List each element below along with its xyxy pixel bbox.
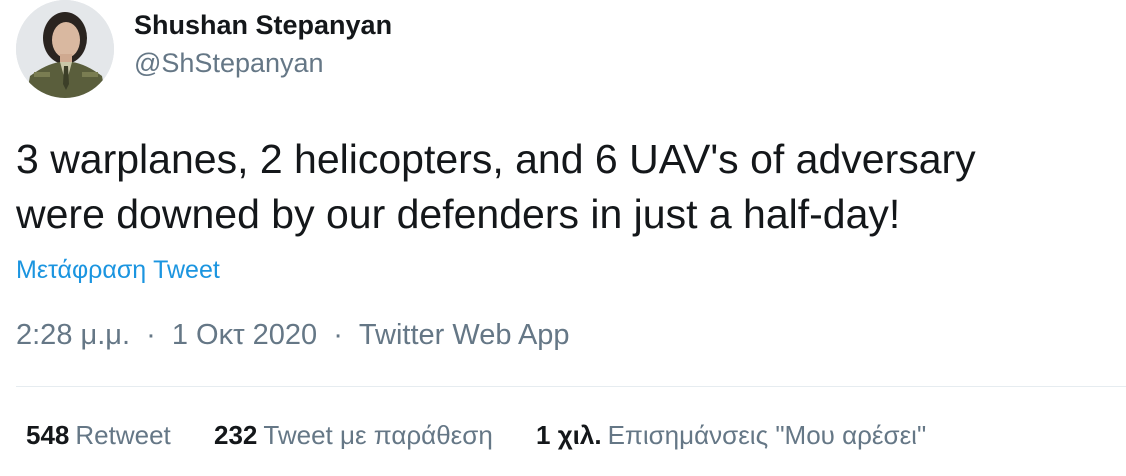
stat-number: 232 <box>214 420 258 450</box>
avatar-image <box>16 0 114 98</box>
translate-tweet-link[interactable]: Μετάφραση Tweet <box>16 256 220 285</box>
tweet-card: Shushan Stepanyan @ShStepanyan 3 warplan… <box>0 0 1126 476</box>
tweet-date[interactable]: 1 Οκτ 2020 <box>172 319 317 351</box>
stat-number: 1 χιλ. <box>536 420 602 450</box>
meta-separator: · <box>146 319 156 351</box>
like-count[interactable]: 1 χιλ. Επισημάνσεις "Μου αρέσει" <box>536 420 926 451</box>
stat-label: Retweet <box>75 420 171 450</box>
tweet-text: 3 warplanes, 2 helicopters, and 6 UAV's … <box>16 132 1106 242</box>
stat-label: Επισημάνσεις "Μου αρέσει" <box>607 420 927 450</box>
divider <box>16 386 1126 387</box>
quote-tweet-count[interactable]: 232 Tweet με παράθεση <box>214 420 493 451</box>
author-name[interactable]: Shushan Stepanyan <box>134 10 392 41</box>
tweet-meta: 2:28 μ.μ. · 1 Οκτ 2020 · Twitter Web App <box>16 319 570 352</box>
author-handle[interactable]: @ShStepanyan <box>134 48 324 79</box>
meta-separator: · <box>333 319 343 351</box>
tweet-time[interactable]: 2:28 μ.μ. <box>16 319 130 351</box>
retweet-count[interactable]: 548 Retweet <box>26 420 171 451</box>
tweet-stats: 548 Retweet 232 Tweet με παράθεση 1 χιλ. Επ… <box>26 420 962 451</box>
tweet-text-line: were downed by our defenders in just a h… <box>16 191 901 237</box>
tweet-source[interactable]: Twitter Web App <box>359 319 570 351</box>
avatar[interactable] <box>16 0 114 98</box>
stat-label: Tweet με παράθεση <box>263 420 493 450</box>
stat-number: 548 <box>26 420 70 450</box>
tweet-text-line: 3 warplanes, 2 helicopters, and 6 UAV's … <box>16 136 976 182</box>
